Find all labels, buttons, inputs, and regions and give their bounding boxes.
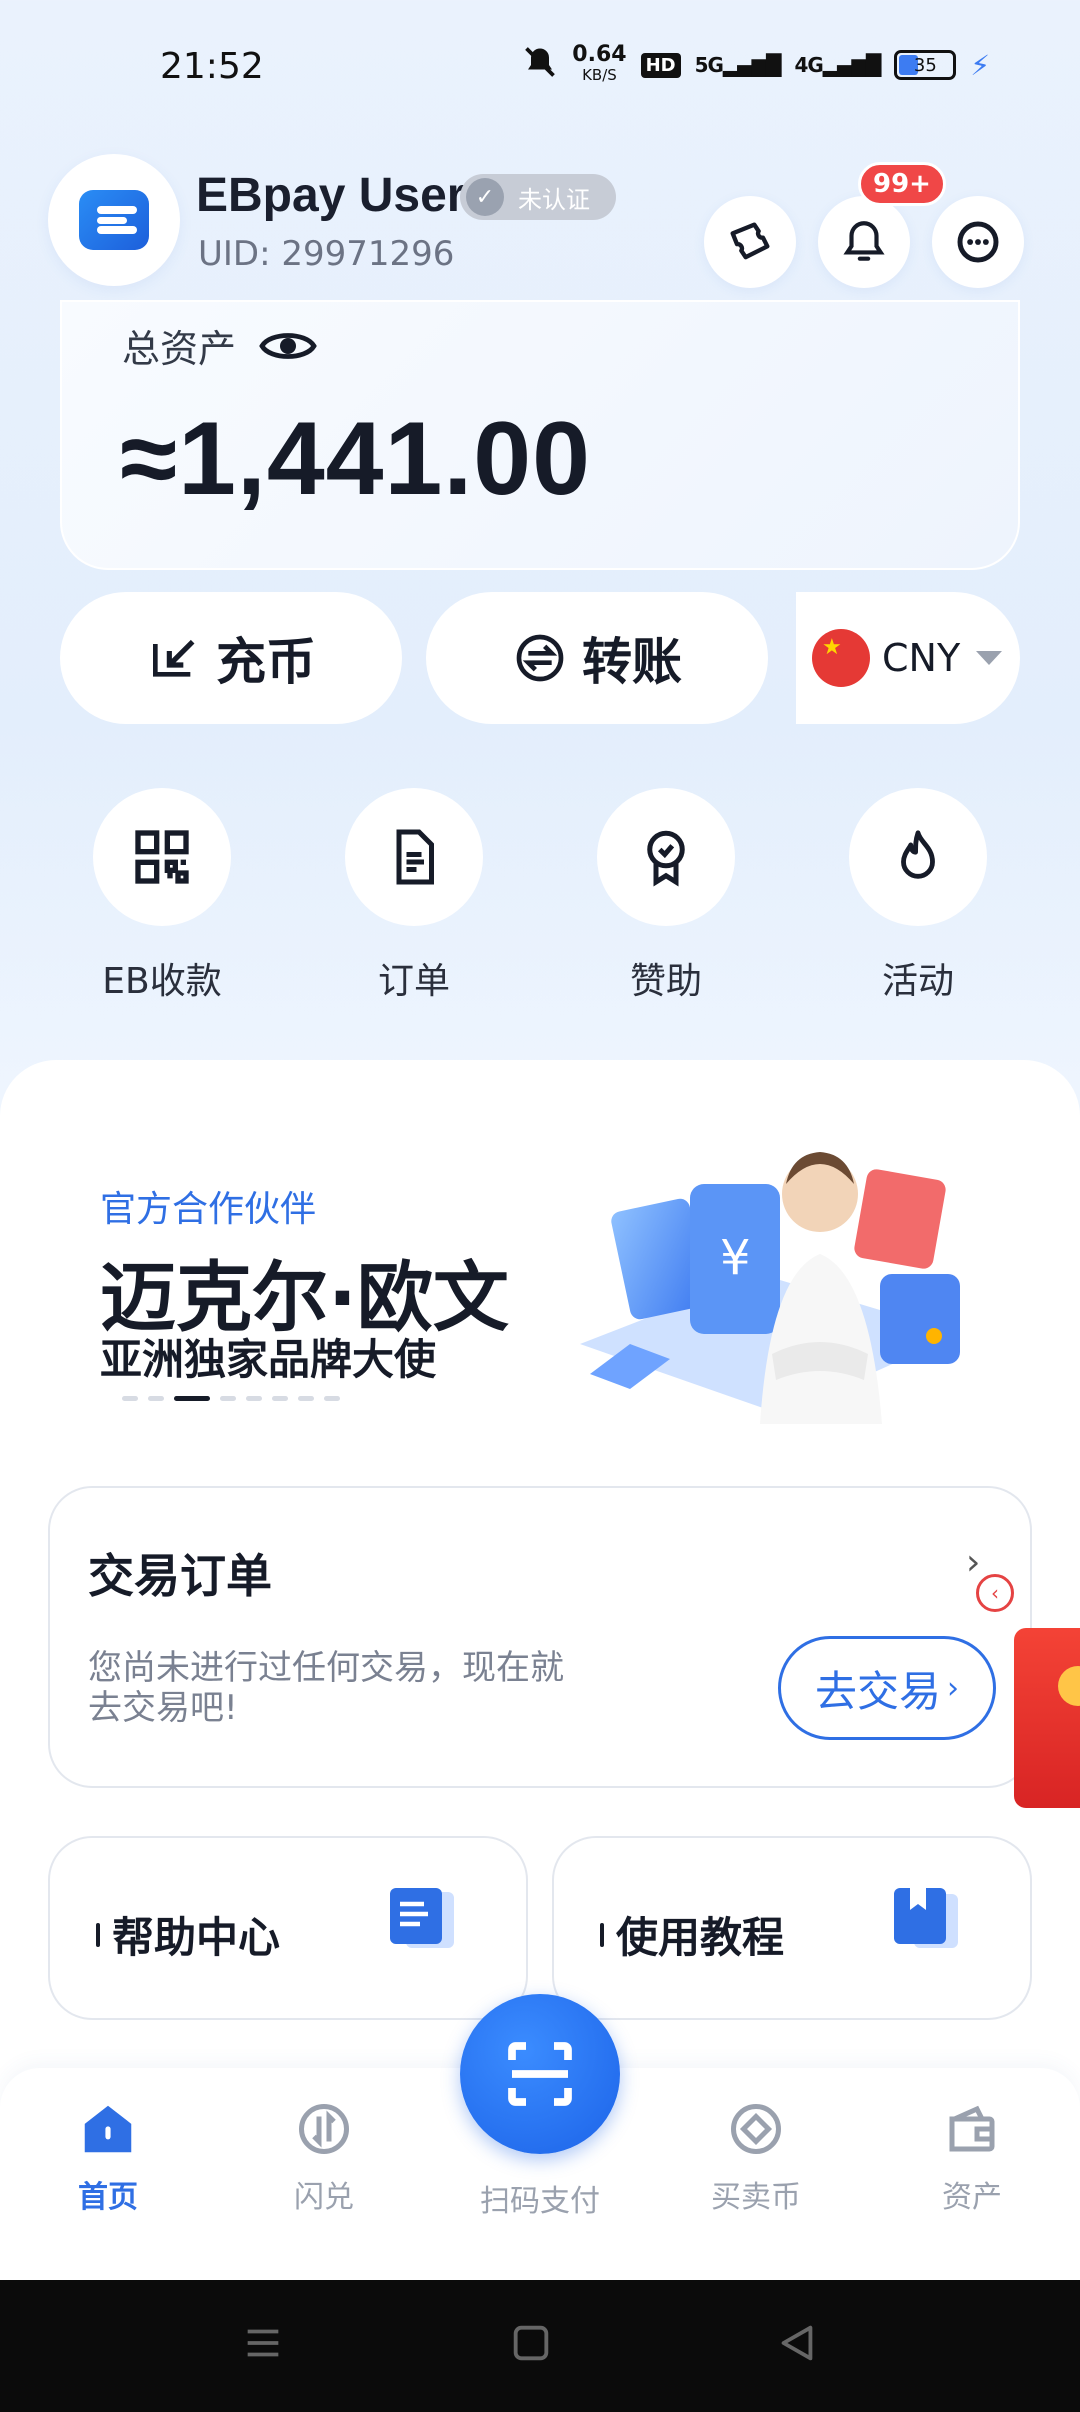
bell-icon bbox=[843, 221, 885, 261]
nav-trade[interactable]: 买卖币 bbox=[676, 2086, 836, 2216]
award-badge-icon bbox=[647, 830, 685, 887]
chevron-right-icon[interactable]: › bbox=[966, 1542, 980, 1583]
flame-icon bbox=[901, 830, 935, 879]
china-flag-icon bbox=[812, 629, 870, 687]
back-icon[interactable] bbox=[774, 2320, 820, 2366]
mute-icon bbox=[522, 44, 558, 86]
menu-icon[interactable] bbox=[240, 2320, 286, 2366]
quick-sponsor[interactable]: 赞助 bbox=[586, 788, 746, 1004]
nav-home[interactable]: 首页 bbox=[28, 2086, 188, 2216]
swap-icon bbox=[299, 2104, 349, 2154]
banner-subtitle: 官方合作伙伴 bbox=[100, 1189, 317, 1230]
support-button[interactable] bbox=[932, 196, 1024, 288]
qr-code-icon bbox=[135, 830, 189, 884]
nav-assets[interactable]: 资产 bbox=[892, 2086, 1052, 2216]
verify-status-badge[interactable]: ✓ 未认证 bbox=[460, 174, 616, 220]
notification-button[interactable] bbox=[818, 196, 910, 288]
currency-selector[interactable]: CNY bbox=[796, 592, 1020, 724]
tutorial-book-icon bbox=[890, 1884, 970, 1958]
deposit-icon bbox=[153, 639, 195, 677]
quick-eb-receive[interactable]: EB收款 bbox=[82, 788, 242, 1004]
quick-orders[interactable]: 订单 bbox=[334, 788, 494, 1004]
net-speed: 0.64 KB/S bbox=[572, 42, 627, 85]
scan-icon bbox=[508, 2042, 572, 2106]
eye-icon[interactable] bbox=[258, 326, 318, 366]
ticket-button[interactable] bbox=[704, 196, 796, 288]
collapse-arrow-icon[interactable]: ‹ bbox=[976, 1574, 1014, 1612]
user-uid: UID: 29971296 bbox=[198, 234, 455, 274]
status-icons: 0.64 KB/S HD 5G▂▄▆█ 4G▂▄▆█ 35 ⚡ bbox=[522, 44, 990, 86]
home-square-icon[interactable] bbox=[508, 2320, 554, 2366]
svg-text:¥: ¥ bbox=[720, 1230, 751, 1286]
document-icon bbox=[396, 829, 434, 885]
check-icon: ✓ bbox=[466, 178, 504, 216]
red-envelope-icon[interactable] bbox=[1014, 1628, 1080, 1808]
quick-activity[interactable]: 活动 bbox=[838, 788, 998, 1004]
deposit-button[interactable]: 充币 bbox=[60, 592, 402, 724]
transfer-icon bbox=[516, 634, 564, 682]
tutorial-label: 使用教程 bbox=[600, 1904, 784, 1965]
nav-swap[interactable]: 闪兑 bbox=[244, 2086, 404, 2216]
headset-icon bbox=[957, 221, 999, 263]
ticket-icon bbox=[730, 222, 770, 260]
wallet-icon bbox=[949, 2105, 995, 2152]
charging-icon: ⚡ bbox=[970, 48, 990, 82]
signal-4g-icon: 4G▂▄▆█ bbox=[794, 53, 881, 77]
help-book-icon bbox=[386, 1884, 466, 1958]
trade-orders-title: 交易订单 bbox=[88, 1549, 272, 1603]
hd-icon: HD bbox=[640, 52, 681, 78]
scan-pay-button[interactable] bbox=[460, 1994, 620, 2154]
go-trade-button[interactable]: 去交易 › bbox=[778, 1636, 996, 1740]
scan-pay-label: 扫码支付 bbox=[480, 2184, 600, 2219]
banner-description: 亚洲独家品牌大使 bbox=[100, 1335, 437, 1384]
banner-pagination bbox=[122, 1396, 340, 1401]
signal-5g-icon: 5G▂▄▆█ bbox=[694, 53, 782, 77]
trade-orders-empty-text: 您尚未进行过任何交易，现在就去交易吧! bbox=[88, 1648, 564, 1728]
system-navigation-bar bbox=[0, 2280, 1080, 2412]
total-assets-label: 总资产 bbox=[122, 318, 318, 373]
dropdown-arrow-icon bbox=[976, 651, 1003, 665]
battery-icon: 35 bbox=[894, 50, 957, 80]
transfer-button[interactable]: 转账 bbox=[426, 592, 768, 724]
banner-image[interactable]: ¥ bbox=[560, 1124, 980, 1434]
home-icon bbox=[84, 2105, 132, 2153]
help-center-label: 帮助中心 bbox=[96, 1904, 280, 1965]
diamond-coin-icon bbox=[731, 2104, 781, 2154]
app-logo[interactable] bbox=[48, 154, 180, 286]
total-assets-value: ≈1,441.00 bbox=[120, 401, 591, 517]
user-name[interactable]: EBpay User bbox=[196, 168, 465, 223]
status-time: 21:52 bbox=[160, 46, 264, 87]
notification-count-badge: 99+ bbox=[858, 162, 946, 206]
